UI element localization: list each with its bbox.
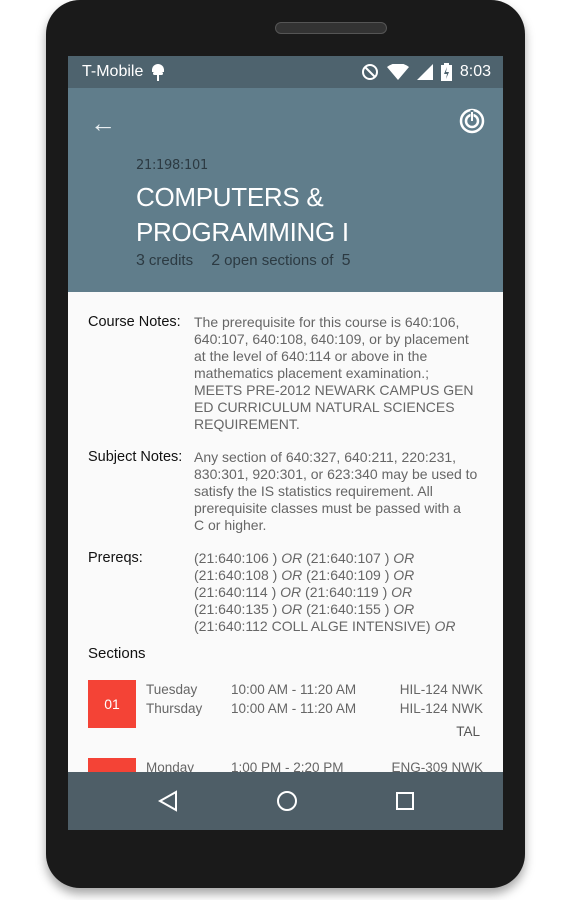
prereqs-label: Prereqs:: [88, 550, 143, 566]
android-icon: [151, 63, 165, 81]
note-line: MEETS PRE-2012 NEWARK CAMPUS GEN: [194, 382, 474, 398]
prereq-course: (21:640:119 ): [305, 584, 388, 600]
do-not-disturb-icon: [361, 63, 379, 81]
subject-notes: Subject Notes: Any section of 640:327, 6…: [88, 449, 483, 534]
prereq-operator: OR: [391, 584, 413, 600]
course-notes: Course Notes: The prerequisite for this …: [88, 314, 483, 433]
prereq-course: (21:640:112 COLL ALGE INTENSIVE): [194, 618, 431, 634]
course-notes-text: The prerequisite for this course is 640:…: [194, 314, 474, 433]
section-meetings: Tuesday 10:00 AM - 11:20 AM HIL-124 NWK Thu…: [146, 680, 483, 758]
subject-notes-text: Any section of 640:327, 640:211, 220:231…: [194, 449, 477, 534]
prereq-operator: OR: [393, 567, 415, 583]
meeting-day: Tuesday: [146, 682, 198, 697]
meeting-line: Tuesday 10:00 AM - 11:20 AM HIL-124 NWK: [146, 680, 483, 699]
note-line: at the level of 640:114 or above in the: [194, 348, 428, 364]
course-notes-label: Course Notes:: [88, 314, 181, 330]
signal-icon: [416, 64, 433, 80]
sections-heading: Sections: [88, 645, 146, 662]
prereq-line: (21:640:108 ) OR (21:640:109 ) OR: [194, 567, 455, 584]
course-code: 21:198:101: [136, 158, 208, 173]
credits-count: 3: [136, 252, 145, 269]
course-header: ← 21:198:101 COMPUTERS & PROGRAMMING I 3…: [68, 88, 503, 292]
note-line: 830:301, 920:301, or 623:340 may be used…: [194, 466, 478, 482]
status-bar: T-Mobile 8:03: [68, 56, 503, 88]
prereq-course: (21:640:108 ): [194, 567, 278, 583]
course-meta: 3 credits 2 open sections of 5: [136, 252, 355, 270]
prereq-course: (21:640:135 ): [194, 601, 278, 617]
navigation-bar: [68, 772, 503, 830]
note-line: prerequisite classes must be passed with…: [194, 500, 461, 516]
meeting-room: HIL-124 NWK: [399, 682, 483, 697]
prereq-operator: OR: [434, 618, 456, 634]
back-triangle-icon[interactable]: [157, 790, 179, 812]
back-arrow-icon[interactable]: ←: [90, 108, 116, 139]
note-line: satisfy the IS statistics requirement. A…: [194, 483, 433, 499]
note-line: C or higher.: [194, 517, 267, 533]
prereq-course: (21:640:106 ): [194, 550, 278, 566]
meeting-day: Thursday: [146, 701, 203, 716]
speaker-grille: [275, 22, 387, 34]
prereq-line: (21:640:112 COLL ALGE INTENSIVE) OR: [194, 618, 455, 635]
section-row[interactable]: 01 Tuesday 10:00 AM - 11:20 AM HIL-124 NWK T…: [88, 680, 483, 758]
section-number-badge[interactable]: 01: [88, 680, 136, 728]
note-line: REQUIREMENT.: [194, 416, 300, 432]
title-line: COMPUTERS &: [136, 182, 324, 212]
prereqs: Prereqs: (21:640:106 ) OR (21:640:107 ) …: [88, 550, 483, 635]
note-line: mathematics placement examination.;: [194, 365, 429, 381]
meeting-line: Thursday 10:00 AM - 11:20 AM HIL-124 NWK: [146, 699, 483, 718]
recents-square-icon[interactable]: [395, 791, 415, 811]
course-title: COMPUTERS & PROGRAMMING I: [136, 180, 349, 250]
prereq-course: (21:640:155 ): [306, 601, 390, 617]
meeting-time: 10:00 AM - 11:20 AM: [231, 701, 357, 716]
open-sections-count: 2: [211, 252, 221, 269]
prereq-course: (21:640:114 ): [194, 584, 277, 600]
course-details: Course Notes: The prerequisite for this …: [68, 292, 503, 830]
note-line: 640:107, 640:108, 640:109, or by placeme…: [194, 331, 469, 347]
meeting-room: HIL-124 NWK: [399, 701, 483, 716]
home-circle-icon[interactable]: [276, 790, 298, 812]
credits-label: credits: [148, 252, 194, 269]
instructor: TAL: [456, 724, 480, 739]
note-line: Any section of 640:327, 640:211, 220:231…: [194, 449, 457, 465]
radar-track-icon[interactable]: [459, 108, 485, 139]
battery-charging-icon: [440, 63, 452, 81]
prereq-course: (21:640:107 ): [306, 550, 390, 566]
prereqs-text: (21:640:106 ) OR (21:640:107 ) OR (21:64…: [194, 550, 455, 635]
prereq-operator: OR: [393, 550, 415, 566]
prereq-operator: OR: [281, 567, 303, 583]
prereq-course: (21:640:109 ): [306, 567, 390, 583]
total-sections-count: 5: [341, 252, 351, 269]
note-line: The prerequisite for this course is 640:…: [194, 314, 460, 330]
prereq-operator: OR: [281, 550, 303, 566]
prereq-operator: OR: [393, 601, 415, 617]
subject-notes-label: Subject Notes:: [88, 449, 183, 465]
prereq-operator: OR: [280, 584, 302, 600]
prereq-operator: OR: [281, 601, 303, 617]
note-line: ED CURRICULUM NATURAL SCIENCES: [194, 399, 455, 415]
wifi-icon: [386, 64, 409, 80]
prereq-line: (21:640:135 ) OR (21:640:155 ) OR: [194, 601, 455, 618]
prereq-line: (21:640:114 ) OR (21:640:119 ) OR: [194, 584, 455, 601]
open-sections-label: open sections of: [224, 252, 334, 269]
prereq-line: (21:640:106 ) OR (21:640:107 ) OR: [194, 550, 455, 567]
carrier-name: T-Mobile: [82, 63, 144, 80]
screen: T-Mobile 8:03 ← 21:198:101 COMPUTERS & P…: [68, 56, 503, 830]
title-line: PROGRAMMING I: [136, 217, 349, 247]
clock: 8:03: [459, 63, 491, 80]
meeting-time: 10:00 AM - 11:20 AM: [231, 682, 357, 697]
